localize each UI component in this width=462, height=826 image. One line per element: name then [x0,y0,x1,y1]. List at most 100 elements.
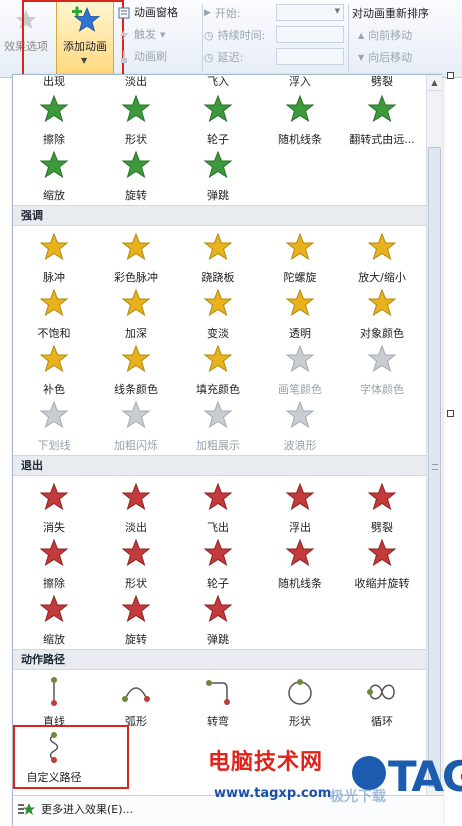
animation-effect-旋转[interactable]: 旋转 [95,147,177,203]
animation-effect-线条颜色[interactable]: 线条颜色 [95,341,177,397]
animation-painter-label: 动画刷 [134,50,167,63]
animation-effect-劈裂[interactable]: 劈裂 [341,479,423,535]
animation-effect-加深[interactable]: 加深 [95,285,177,341]
animation-effect-label: 擦除 [43,577,65,590]
animation-effect-label: 填充颜色 [196,383,240,396]
animation-gallery: 出现 淡出 飞入 浮入 劈裂 擦除 形状 轮子 随机线条 翻转式由远... 缩放 旋转 弹跳 强调 脉冲彩… [13,75,426,795]
scroll-up-icon[interactable]: ▲ [427,75,442,91]
animation-effect-label[interactable]: 劈裂 [341,75,423,89]
animation-effect-label: 缩放 [43,189,65,202]
category-header-emphasis: 强调 [13,205,426,226]
duration-label: 持续时间: [217,29,266,42]
animation-effect-擦除[interactable]: 擦除 [13,535,95,591]
animation-effect-label[interactable]: 浮入 [259,75,341,89]
animation-effect-缩放[interactable]: 缩放 [13,147,95,203]
animation-effect-透明[interactable]: 透明 [259,285,341,341]
animation-effect-不饱和[interactable]: 不饱和 [13,285,95,341]
animation-effect-弧形[interactable]: 弧形 [95,673,177,729]
selection-handle[interactable] [447,410,454,417]
animation-effect-icon [37,591,71,630]
animation-effect-轮子[interactable]: 轮子 [177,91,259,147]
animation-effect-变淡[interactable]: 变淡 [177,285,259,341]
animation-effect-label: 放大/缩小 [358,271,406,284]
animation-gallery-dropdown: 出现 淡出 飞入 浮入 劈裂 擦除 形状 轮子 随机线条 翻转式由远... 缩放 旋转 弹跳 强调 脉冲彩… [12,74,443,826]
animation-effect-旋转[interactable]: 旋转 [95,591,177,647]
animation-effect-随机线条[interactable]: 随机线条 [259,535,341,591]
animation-effect-淡出[interactable]: 淡出 [95,479,177,535]
animation-effect-形状[interactable]: 形状 [95,91,177,147]
animation-effect-循环[interactable]: 循环 [341,673,423,729]
animation-effect-label[interactable]: 出现 [13,75,95,89]
animation-effect-彩色脉冲[interactable]: 彩色脉冲 [95,229,177,285]
selection-handle[interactable] [447,72,454,79]
animation-effect-字体颜色: 字体颜色 [341,341,423,397]
animation-effect-label: 浮出 [289,521,311,534]
gallery-scrollbar[interactable]: ▲ [426,75,442,795]
animation-effect-形状[interactable]: 形状 [95,535,177,591]
animation-effect-弹跳[interactable]: 弹跳 [177,147,259,203]
animation-effect-label[interactable]: 飞入 [177,75,259,89]
animation-painter-button[interactable]: 动画刷 [118,46,198,68]
animation-effect-补色[interactable]: 补色 [13,341,95,397]
animation-effect-波浪形: 波浪形 [259,397,341,453]
animation-effect-陀螺旋[interactable]: 陀螺旋 [259,229,341,285]
animation-effect-弹跳[interactable]: 弹跳 [177,591,259,647]
animation-effect-放大-缩小[interactable]: 放大/缩小 [341,229,423,285]
animation-effect-浮出[interactable]: 浮出 [259,479,341,535]
watermark-logo: TAG [388,752,462,801]
animation-effect-label: 透明 [289,327,311,340]
start-select[interactable]: ▼ [276,4,344,21]
animation-effect-直线[interactable]: 直线 [13,673,95,729]
trigger-button[interactable]: 触发 ▼ [118,24,198,46]
animation-effect-缩放[interactable]: 缩放 [13,591,95,647]
animation-effect-形状[interactable]: 形状 [259,673,341,729]
trigger-label: 触发 [134,28,156,41]
duration-spinner[interactable] [276,26,344,43]
animation-effect-擦除[interactable]: 擦除 [13,91,95,147]
more-entrance-effects-item[interactable]: 更多进入效果(E)... [17,801,133,817]
animation-effect-随机线条[interactable]: 随机线条 [259,91,341,147]
animation-pane-label: 动画窗格 [134,6,178,19]
delay-field: ◷ 延迟: [204,46,346,68]
animation-effect-icon [201,535,235,574]
animation-effect-icon [283,479,317,518]
animation-effect-脉冲[interactable]: 脉冲 [13,229,95,285]
category-header-exit: 退出 [13,455,426,476]
grip-icon [432,464,438,470]
animation-effect-label: 翻转式由远... [349,133,415,146]
animation-effect-icon [119,397,153,436]
animation-effect-icon [201,673,235,712]
animation-effect-icon [119,673,153,712]
animation-effect-轮子[interactable]: 轮子 [177,535,259,591]
animation-effect-icon [119,229,153,268]
animation-effect-下划线: 下划线 [13,397,95,453]
move-later-button[interactable]: ▼ 向后移动 [352,46,462,68]
animation-effect-label[interactable]: 淡出 [95,75,177,89]
animation-pane-button[interactable]: 动画窗格 [118,2,198,24]
animation-effect-跷跷板[interactable]: 跷跷板 [177,229,259,285]
animation-effect-收缩并旋转[interactable]: 收缩并旋转 [341,535,423,591]
animation-effect-label: 跷跷板 [201,271,235,284]
animation-effect-填充颜色[interactable]: 填充颜色 [177,341,259,397]
animation-effect-画笔颜色: 画笔颜色 [259,341,341,397]
scrollbar-thumb[interactable] [428,147,441,787]
ribbon-divider [202,4,203,72]
animation-effect-icon [119,591,153,630]
brush-icon [121,51,127,63]
animation-effect-icon [119,535,153,574]
animation-effect-label: 缩放 [43,633,65,646]
animation-effect-对象颜色[interactable]: 对象颜色 [341,285,423,341]
animation-effect-消失[interactable]: 消失 [13,479,95,535]
animation-effect-icon [119,341,153,380]
animation-effect-icon [119,147,153,186]
animation-effect-飞出[interactable]: 飞出 [177,479,259,535]
animation-effect-label: 飞出 [207,521,229,534]
animation-effect-翻转式由远-[interactable]: 翻转式由远... [341,91,423,147]
gallery-row: 下划线 加粗闪烁 加粗展示 波浪形 [13,397,426,453]
animation-effect-转弯[interactable]: 转弯 [177,673,259,729]
move-earlier-button[interactable]: ▲ 向前移动 [352,24,462,46]
gallery-row: 擦除 形状 轮子 随机线条 翻转式由远... [13,91,426,147]
entrance-partial-row: 出现 淡出 飞入 浮入 劈裂 [13,75,426,89]
animation-effect-label: 形状 [289,715,311,728]
delay-spinner[interactable] [276,48,344,65]
